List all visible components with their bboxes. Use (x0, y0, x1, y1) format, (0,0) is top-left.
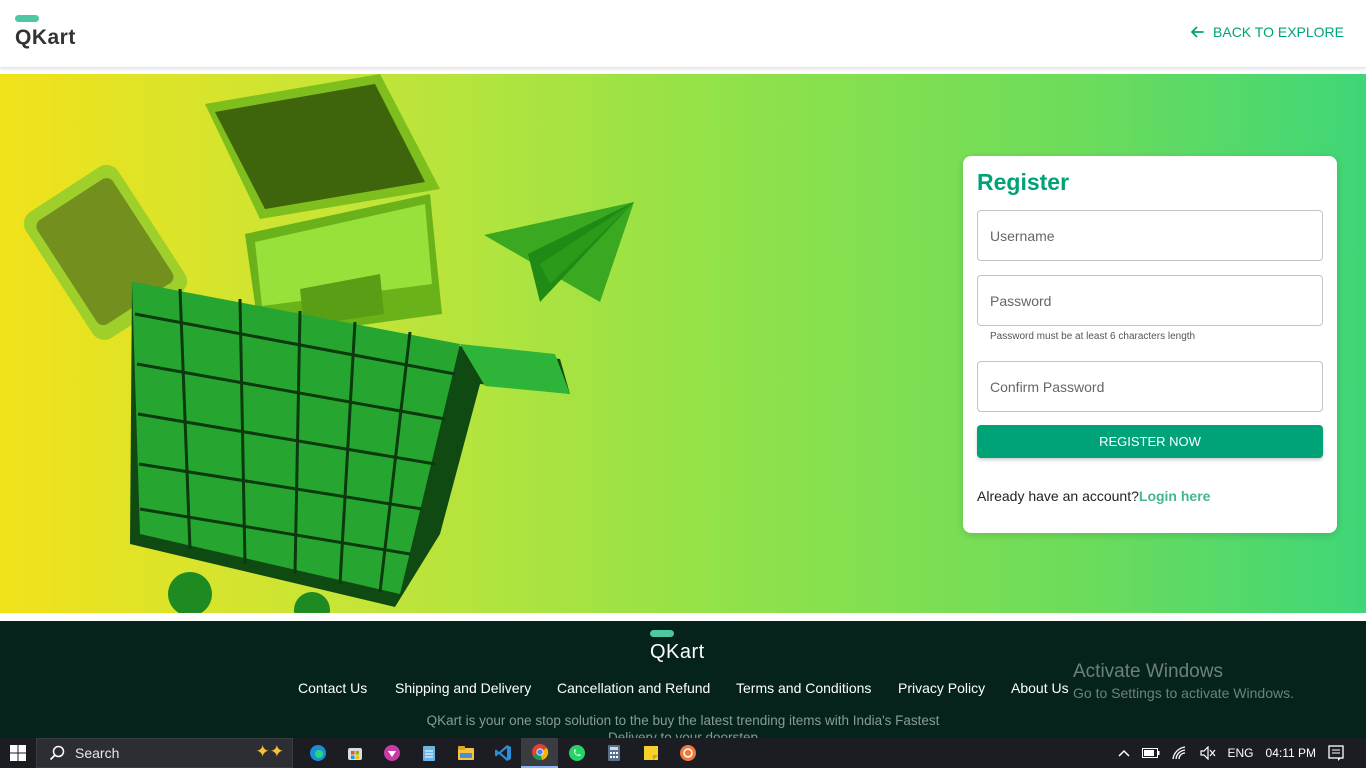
app-icon[interactable] (669, 738, 706, 768)
copilot-sparkle-icon: ✦✦ (255, 742, 285, 761)
footer-link-cancellation[interactable]: Cancellation and Refund (557, 680, 710, 696)
footer-link-terms[interactable]: Terms and Conditions (736, 680, 871, 696)
site-header: QKart BACK TO EXPLORE (0, 0, 1366, 68)
footer-link-contact[interactable]: Contact Us (298, 680, 367, 696)
search-icon (49, 745, 65, 761)
logo-text: QKart (15, 26, 76, 49)
store-icon[interactable] (336, 738, 373, 768)
paper-plane-illustration (484, 202, 634, 302)
login-prompt-line: Already have an account?Login here (977, 488, 1210, 504)
calculator-icon[interactable] (595, 738, 632, 768)
footer-logo-text: QKart (650, 641, 705, 663)
wifi-icon[interactable] (1171, 746, 1188, 760)
username-input[interactable] (977, 210, 1323, 261)
notifications-icon[interactable] (1328, 745, 1344, 761)
start-button[interactable] (0, 738, 36, 768)
volume-muted-icon[interactable] (1199, 746, 1216, 760)
register-now-button[interactable]: REGISTER NOW (977, 425, 1323, 458)
footer-description: QKart is your one stop solution to the b… (0, 712, 1366, 738)
vscode-icon[interactable] (484, 738, 521, 768)
password-helper-text: Password must be at least 6 characters l… (990, 331, 1196, 342)
shopping-illustration (23, 74, 634, 613)
taskbar-apps (299, 738, 706, 768)
search-label: Search (75, 745, 120, 761)
explorer-icon[interactable] (447, 738, 484, 768)
footer-logo[interactable]: QKart (650, 630, 705, 662)
edge-icon[interactable] (299, 738, 336, 768)
register-card: Register Password must be at least 6 cha… (963, 156, 1337, 533)
activate-windows-watermark: Activate Windows Go to Settings to activ… (1073, 661, 1294, 701)
arrow-left-icon (1191, 26, 1204, 38)
footer-logo-bar (650, 630, 674, 637)
brave-icon[interactable] (373, 738, 410, 768)
chevron-up-icon[interactable] (1117, 749, 1130, 757)
windows-taskbar: Search ✦✦ ENG 04:11 PM (0, 738, 1366, 768)
back-to-explore-button[interactable]: BACK TO EXPLORE (1190, 24, 1344, 40)
footer-link-about[interactable]: About Us (1011, 680, 1069, 696)
cart-illustration (130, 282, 570, 613)
footer-link-privacy[interactable]: Privacy Policy (898, 680, 985, 696)
clock[interactable]: 04:11 PM (1266, 746, 1316, 760)
qkart-logo[interactable]: QKart (15, 15, 76, 48)
confirm-password-input[interactable] (977, 361, 1323, 412)
password-input[interactable] (977, 275, 1323, 326)
logo-bar (15, 15, 39, 22)
footer-link-shipping[interactable]: Shipping and Delivery (395, 680, 531, 696)
site-footer: QKart Contact Us Shipping and Delivery C… (0, 621, 1366, 738)
windows-logo-icon (10, 745, 26, 761)
language-indicator[interactable]: ENG (1228, 746, 1254, 760)
watermark-subtitle: Go to Settings to activate Windows. (1073, 685, 1294, 701)
register-title: Register (977, 169, 1070, 195)
battery-icon[interactable] (1141, 748, 1160, 758)
back-to-explore-label: BACK TO EXPLORE (1213, 24, 1344, 40)
whatsapp-icon[interactable] (558, 738, 595, 768)
footer-description-line2: Delivery to your doorstep (607, 730, 759, 738)
taskbar-search-box[interactable]: Search ✦✦ (36, 738, 293, 768)
system-tray: ENG 04:11 PM (1112, 738, 1366, 768)
login-here-link[interactable]: Login here (1139, 488, 1211, 504)
sticky-notes-icon[interactable] (632, 738, 669, 768)
notepad-icon[interactable] (410, 738, 447, 768)
watermark-title: Activate Windows (1073, 661, 1223, 682)
chrome-icon[interactable] (521, 738, 558, 768)
login-prompt-text: Already have an account? (977, 488, 1139, 504)
footer-description-line1: QKart is your one stop solution to the b… (426, 713, 940, 728)
